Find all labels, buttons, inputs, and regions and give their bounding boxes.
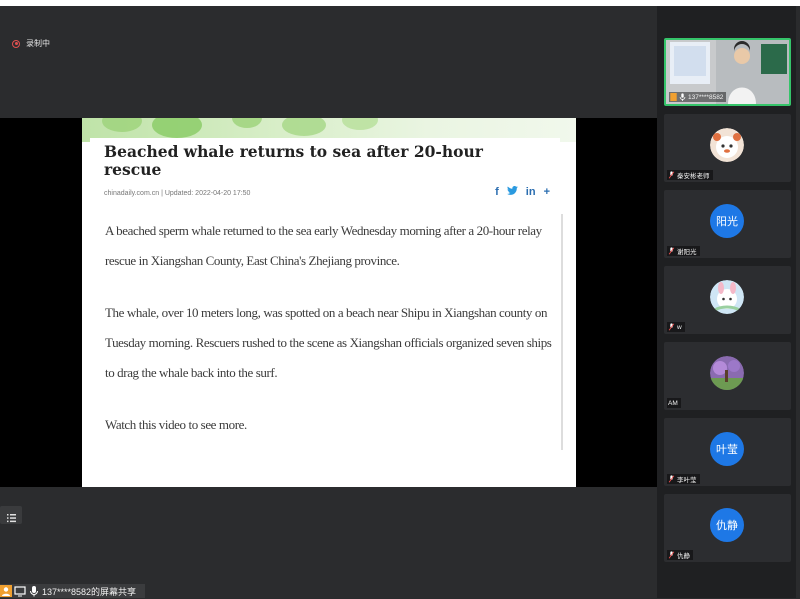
user-icon xyxy=(0,585,12,597)
participant-name-bar: 秦安彬老师 xyxy=(667,170,713,180)
avatar xyxy=(710,356,744,390)
participant-tile[interactable]: 137****8582 xyxy=(664,38,791,106)
participant-name-bar: 仇静 xyxy=(667,550,693,560)
host-icon xyxy=(670,93,677,101)
participant-panel: 137****8582 秦安彬老师 阳光 谢阳光 w AM 叶莹 李叶莹 仇静 … xyxy=(657,6,800,598)
record-icon xyxy=(12,39,20,48)
article-headline: Beached whale returns to sea after 20-ho… xyxy=(104,142,483,179)
participant-tile[interactable]: 秦安彬老师 xyxy=(664,114,791,182)
participant-name: 李叶莹 xyxy=(677,477,697,484)
screen-share-label: 137****8582的屏幕共享 xyxy=(42,586,137,597)
screen-share-icon xyxy=(14,585,26,597)
recording-label: 录制中 xyxy=(26,39,50,48)
mic-muted-icon xyxy=(668,475,675,483)
more-share-icon[interactable]: + xyxy=(544,186,550,198)
mic-muted-icon xyxy=(668,323,675,331)
participant-name-bar: 137****8582 xyxy=(669,92,727,102)
participant-name: 谢阳光 xyxy=(677,249,697,256)
screen-share-status: 137****8582的屏幕共享 xyxy=(0,584,145,598)
article-body: A beached sperm whale returned to the se… xyxy=(95,214,563,450)
article-paragraph-1: A beached sperm whale returned to the se… xyxy=(105,223,542,268)
avatar xyxy=(710,128,744,162)
twitter-icon[interactable] xyxy=(506,186,518,198)
participant-tile[interactable]: 叶莹 李叶莹 xyxy=(664,418,791,486)
social-share: f in + xyxy=(495,186,550,198)
screen-share-view: Beached whale returns to sea after 20-ho… xyxy=(0,118,657,487)
linkedin-icon[interactable]: in xyxy=(526,186,536,198)
scrollbar[interactable] xyxy=(796,6,800,598)
list-toggle-button[interactable] xyxy=(0,506,22,524)
article-paragraph-2: The whale, over 10 meters long, was spot… xyxy=(105,305,552,380)
participant-tile[interactable]: AM xyxy=(664,342,791,410)
mic-muted-icon xyxy=(668,551,675,559)
facebook-icon[interactable]: f xyxy=(495,186,499,198)
avatar: 仇静 xyxy=(710,508,744,542)
recording-indicator[interactable]: 录制中 xyxy=(12,38,50,49)
participant-name-bar: w xyxy=(667,322,685,332)
participant-name-bar: AM xyxy=(667,398,681,408)
participant-name: 137****8582 xyxy=(688,93,724,101)
participant-name-bar: 李叶莹 xyxy=(667,474,700,484)
list-icon xyxy=(7,510,16,523)
article-header: Beached whale returns to sea after 20-ho… xyxy=(90,138,560,210)
participant-tile[interactable]: w xyxy=(664,266,791,334)
participant-tile[interactable]: 仇静 仇静 xyxy=(664,494,791,562)
participant-name: 仇静 xyxy=(677,553,690,560)
article-source: chinadaily.com.cn | Updated: 2022-04-20 … xyxy=(104,190,251,197)
mic-muted-icon xyxy=(668,247,675,255)
participant-tile[interactable]: 阳光 谢阳光 xyxy=(664,190,791,258)
mic-icon xyxy=(28,585,40,597)
mic-muted-icon xyxy=(668,171,675,179)
shared-article: Beached whale returns to sea after 20-ho… xyxy=(82,118,576,487)
avatar: 叶莹 xyxy=(710,432,744,466)
participant-name: w xyxy=(677,323,682,331)
participant-name-bar: 谢阳光 xyxy=(667,246,700,256)
mic-icon xyxy=(679,93,686,101)
avatar: 阳光 xyxy=(710,204,744,238)
participant-name: AM xyxy=(668,399,678,407)
avatar xyxy=(710,280,744,314)
article-paragraph-3: Watch this video to see more. xyxy=(105,417,247,432)
participant-name: 秦安彬老师 xyxy=(677,173,710,180)
